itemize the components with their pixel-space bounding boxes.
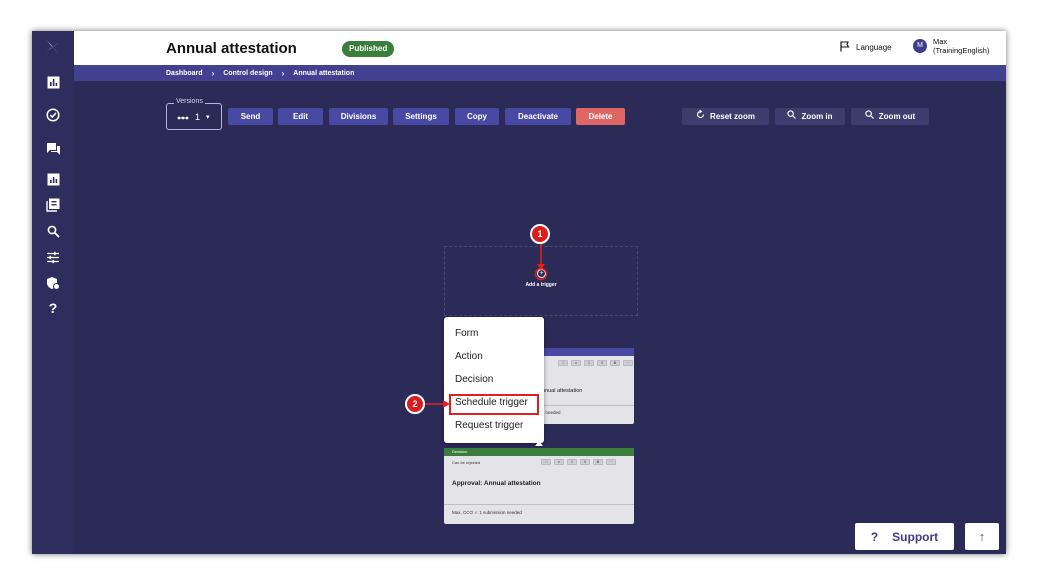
- callout-2: 2: [405, 394, 425, 414]
- support-label: Support: [892, 529, 939, 544]
- app-window: ? Annual attestation Published Language …: [32, 31, 1006, 554]
- arrow-up-icon: ↑: [978, 529, 986, 544]
- support-button[interactable]: ? Support: [855, 523, 954, 550]
- scroll-top-button[interactable]: ↑: [965, 523, 999, 550]
- help-icon: ?: [870, 529, 879, 544]
- callout-arrows: [425, 244, 548, 408]
- callout-1: 1: [530, 224, 550, 244]
